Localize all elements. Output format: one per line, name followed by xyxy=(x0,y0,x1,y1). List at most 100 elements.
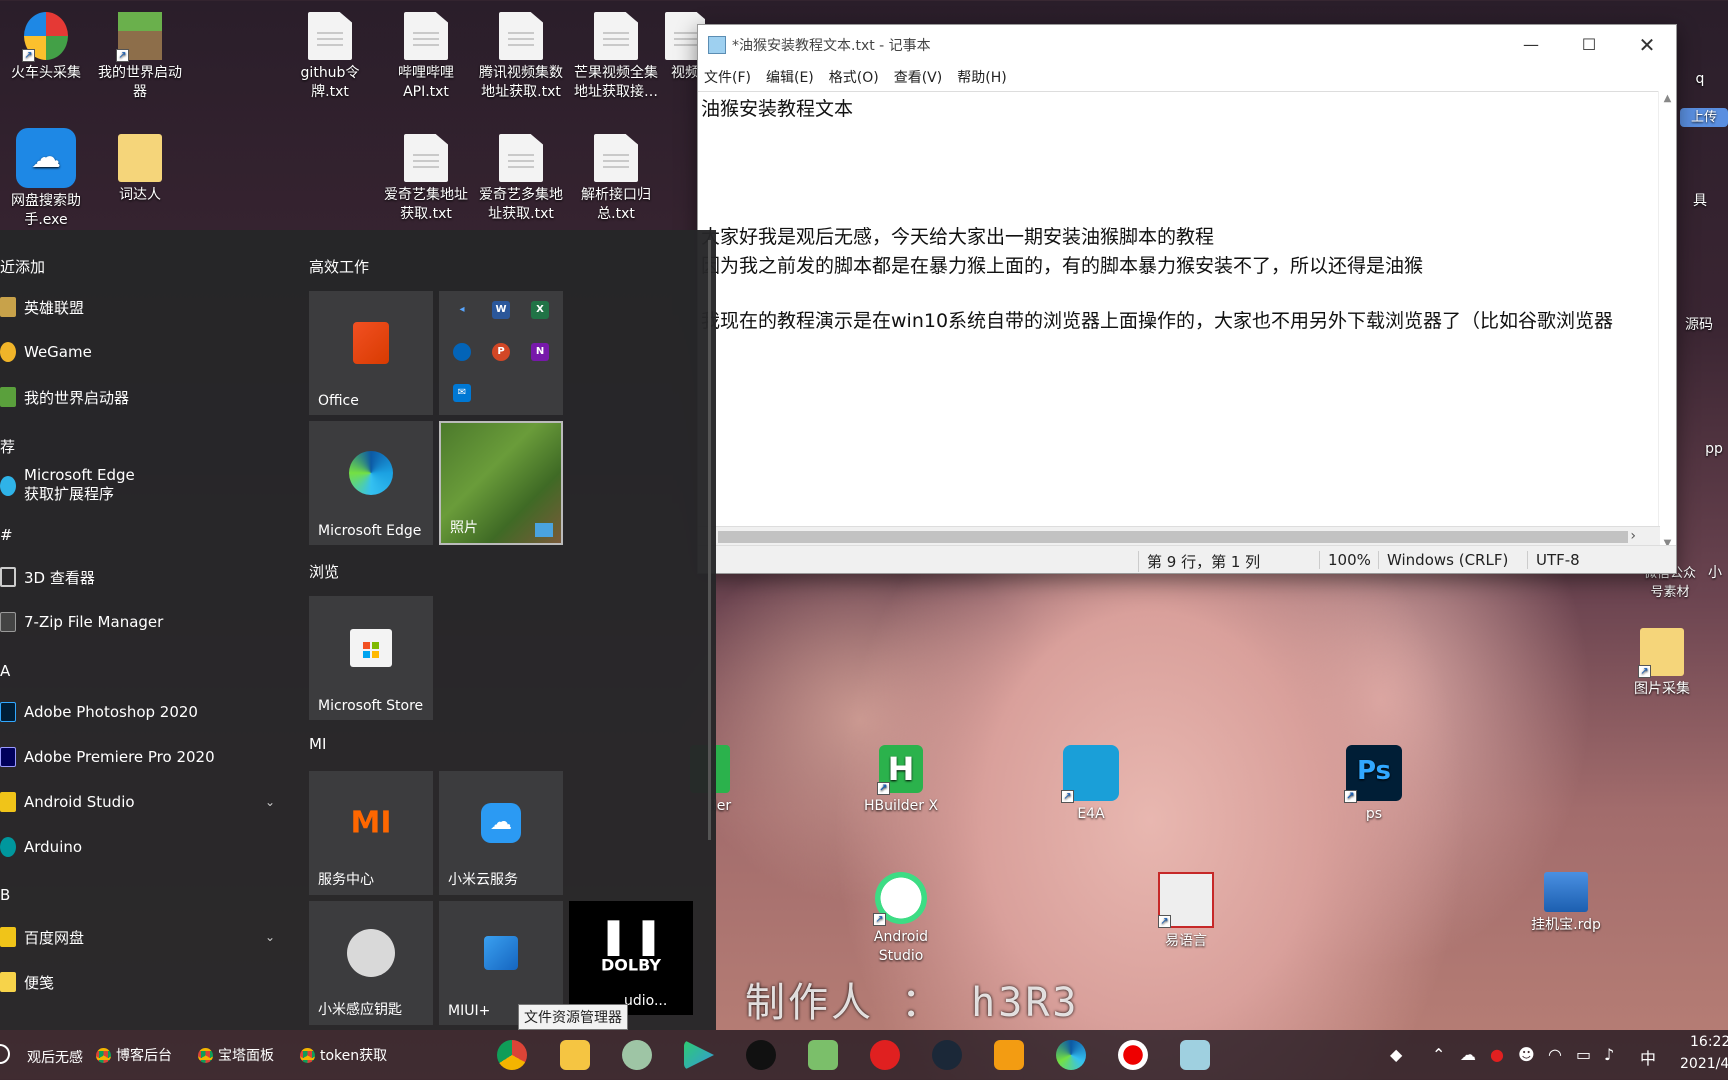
desktop-icon-cidaren[interactable]: 词达人 xyxy=(94,134,186,205)
scroll-up-icon[interactable]: ▲ xyxy=(1659,93,1676,104)
app-item-photoshop[interactable]: Adobe Photoshop 2020 xyxy=(0,692,285,732)
desktop-icon-iqiyi-multi[interactable]: 爱奇艺多集地址获取.txt xyxy=(475,134,567,224)
desktop-icon-locomotive[interactable]: ↗ 火车头采集 xyxy=(0,12,92,83)
sticky-notes-icon xyxy=(0,972,16,992)
menu-edit[interactable]: 编辑(E) xyxy=(766,65,814,91)
netease-tray-icon[interactable]: ● xyxy=(1490,1045,1504,1064)
app-label: Adobe Photoshop 2020 xyxy=(24,703,198,721)
desktop-icon-image-collect[interactable]: ↗ 图片采集 xyxy=(1616,628,1708,699)
tile-edge[interactable]: Microsoft Edge xyxy=(309,421,433,545)
menu-format[interactable]: 格式(O) xyxy=(829,65,879,91)
text-editor[interactable]: 油猴安装教程文本 大家好我是观后无感，今天给大家出一期安装油猴脚本的教程 因为我… xyxy=(698,91,1660,551)
group-header-recent: 近添加 xyxy=(0,258,46,276)
desktop-icon-yiyuyan[interactable]: ↗ 易语言 xyxy=(1140,872,1232,951)
ime-indicator[interactable]: 中 xyxy=(1640,1045,1656,1069)
desktop-icon-pan-search[interactable]: ☁ 网盘搜索助手.exe xyxy=(0,128,92,230)
desktop-icon-bilibili-api[interactable]: 哔哩哔哩API.txt xyxy=(380,12,472,102)
app-item-wegame[interactable]: WeGame xyxy=(0,332,285,372)
tile-mi-service[interactable]: MI 服务中心 xyxy=(309,771,433,895)
menu-view[interactable]: 查看(V) xyxy=(894,65,943,91)
chrome-icon[interactable] xyxy=(497,1040,527,1070)
app-item-3d-viewer[interactable]: 3D 查看器 xyxy=(0,557,285,597)
start-button[interactable] xyxy=(0,1044,10,1064)
app-sublabel: 获取扩展程序 xyxy=(24,485,115,503)
qq-tray-icon[interactable]: ☻ xyxy=(1518,1045,1535,1064)
desktop-icon-q[interactable]: q xyxy=(1680,70,1720,89)
tile-mi-cloud[interactable]: ☁ 小米云服务 xyxy=(439,771,563,895)
clock-time[interactable]: 16:22 xyxy=(1690,1034,1728,1050)
edge-icon[interactable] xyxy=(1056,1040,1086,1070)
horizontal-scrollbar[interactable]: › xyxy=(698,526,1660,546)
play-icon[interactable] xyxy=(684,1040,714,1070)
start-scrollbar[interactable] xyxy=(708,240,711,840)
wifi-icon[interactable]: ◠ xyxy=(1548,1045,1562,1064)
scrollbar-thumb[interactable] xyxy=(718,531,1628,543)
chevron-down-icon[interactable]: ⌄ xyxy=(265,795,275,809)
desktop-icon-minecraft[interactable]: ↗ 我的世界启动器 xyxy=(94,12,186,102)
file-explorer-icon[interactable] xyxy=(560,1040,590,1070)
app-item-arduino[interactable]: Arduino xyxy=(0,827,285,867)
menu-file[interactable]: 文件(F) xyxy=(704,65,751,91)
desktop-icon-label: 挂机宝.rdp xyxy=(1531,917,1601,933)
tray-app-icon[interactable]: ◆ xyxy=(1390,1045,1402,1064)
battery-icon[interactable]: ▭ xyxy=(1576,1045,1591,1064)
desktop-icon-label: HBuilder X xyxy=(863,798,939,814)
tile-store[interactable]: Microsoft Store xyxy=(309,596,433,720)
steam-icon[interactable] xyxy=(932,1040,962,1070)
tile-dolby[interactable]: ▌▐ DOLBY udio... xyxy=(569,901,693,1015)
app-item-minecraft[interactable]: 我的世界启动器 xyxy=(0,377,285,417)
minimize-button[interactable]: — xyxy=(1502,25,1560,65)
desktop-icon-tool[interactable]: 具 xyxy=(1680,192,1720,211)
desktop-icon-iqiyi-single[interactable]: 爱奇艺集地址获取.txt xyxy=(380,134,472,224)
bookmark-bt-panel[interactable]: 宝塔面板 xyxy=(198,1045,274,1065)
netease-music-icon[interactable] xyxy=(870,1040,900,1070)
bookmark-token[interactable]: token获取 xyxy=(300,1045,387,1065)
chrome-icon xyxy=(96,1047,111,1063)
desktop-icon-parse-api[interactable]: 解析接口归总.txt xyxy=(570,134,662,224)
tile-group-browse: 浏览 xyxy=(309,563,340,581)
chevron-up-icon[interactable]: ⌃ xyxy=(1432,1045,1445,1064)
desktop-icon-hbuilder[interactable]: H ↗ HBuilder X xyxy=(855,745,947,816)
desktop-icon-mango-video[interactable]: 芒果视频全集地址获取接… xyxy=(570,12,662,102)
desktop-icon-pp[interactable]: pp xyxy=(1700,440,1728,459)
tile-office-apps[interactable]: ◂ W X P N ✉ xyxy=(439,291,563,415)
box-icon[interactable] xyxy=(1180,1040,1210,1070)
desktop-icon-ps[interactable]: Ps ↗ ps xyxy=(1328,745,1420,824)
app-item-premiere[interactable]: Adobe Premiere Pro 2020 xyxy=(0,737,285,777)
tile-photos[interactable]: 照片 xyxy=(439,421,563,545)
chevron-down-icon[interactable]: ⌄ xyxy=(265,930,275,944)
desktop-icon-android-studio[interactable]: ↗ Android Studio xyxy=(855,872,947,966)
qq-icon[interactable] xyxy=(746,1040,776,1070)
notepad-window[interactable]: *油猴安装教程文本.txt - 记事本 — ☐ ✕ 文件(F) 编辑(E) 格式… xyxy=(697,24,1677,574)
wechat-icon[interactable] xyxy=(622,1040,652,1070)
clock-date[interactable]: 2021/4/ xyxy=(1680,1056,1728,1072)
desktop-icon-rdp[interactable]: 挂机宝.rdp xyxy=(1520,872,1612,935)
desktop-icon-github-token[interactable]: github令牌.txt xyxy=(284,12,376,102)
scroll-right-icon[interactable]: › xyxy=(1630,528,1636,544)
tooltip: 文件资源管理器 xyxy=(518,1004,628,1030)
desktop-icon-source[interactable]: 源码 xyxy=(1670,316,1728,335)
desktop-icon-upload[interactable]: 上传 xyxy=(1680,108,1728,127)
desktop-icon-xiao[interactable]: 小 xyxy=(1702,564,1728,583)
app-item-lol[interactable]: 英雄联盟 xyxy=(0,287,285,327)
close-button[interactable]: ✕ xyxy=(1618,25,1676,65)
notepad-icon[interactable] xyxy=(808,1040,838,1070)
bookmark-blog[interactable]: 博客后台 xyxy=(96,1045,172,1065)
app-item-baidu-pan[interactable]: 百度网盘 ⌄ xyxy=(0,917,285,957)
desktop-icon-tencent-video[interactable]: 腾讯视频集数地址获取.txt xyxy=(475,12,567,102)
app-item-android-studio[interactable]: Android Studio ⌄ xyxy=(0,782,285,822)
app-item-edge-extensions[interactable]: Microsoft Edge 获取扩展程序 xyxy=(0,466,285,516)
vertical-scrollbar[interactable]: ▲ ▼ xyxy=(1658,91,1676,551)
menu-help[interactable]: 帮助(H) xyxy=(957,65,1006,91)
flame-icon[interactable] xyxy=(994,1040,1024,1070)
onedrive-icon[interactable]: ☁ xyxy=(1460,1045,1476,1064)
app-item-7zip[interactable]: 7-Zip File Manager xyxy=(0,602,285,642)
record-icon[interactable] xyxy=(1118,1040,1148,1070)
app-item-sticky-notes[interactable]: 便笺 xyxy=(0,962,285,1002)
tile-office[interactable]: Office xyxy=(309,291,433,415)
volume-icon[interactable]: ♪ xyxy=(1604,1045,1614,1064)
tile-mi-key[interactable]: 小米感应钥匙 xyxy=(309,901,433,1025)
onenote-icon: N xyxy=(531,343,549,361)
desktop-icon-e4a[interactable]: ↗ E4A xyxy=(1045,745,1137,824)
maximize-button[interactable]: ☐ xyxy=(1560,25,1618,65)
